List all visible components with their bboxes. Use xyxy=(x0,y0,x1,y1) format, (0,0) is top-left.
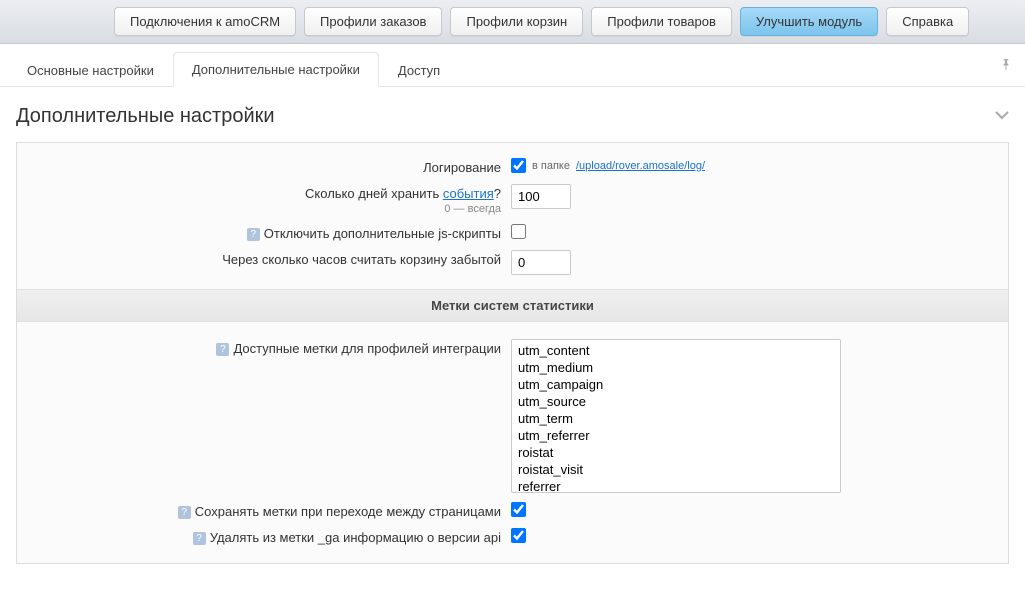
label-logging: Логирование xyxy=(17,157,511,175)
checkbox-logging[interactable] xyxy=(511,158,526,173)
collapse-icon[interactable] xyxy=(995,109,1009,124)
help-icon[interactable]: ? xyxy=(216,343,229,356)
product-profiles-button[interactable]: Профили товаров xyxy=(591,7,732,36)
section-stats-tags: Метки систем статистики xyxy=(17,289,1008,322)
row-tags: ? Доступные метки для профилей интеграции… xyxy=(17,334,1008,497)
tabs-row: Основные настройки Дополнительные настро… xyxy=(0,44,1025,87)
row-disable-js: ? Отключить дополнительные js-скрипты xyxy=(17,219,1008,245)
tag-option[interactable]: referrer xyxy=(514,478,838,493)
page-title: Дополнительные настройки xyxy=(16,105,275,128)
improve-module-button[interactable]: Улучшить модуль xyxy=(740,7,878,36)
tag-option[interactable]: utm_campaign xyxy=(514,376,838,393)
label-events-days: Сколько дней хранить события? xyxy=(305,186,501,201)
row-remove-ga: ? Удалять из метки _ga информацию о верси… xyxy=(17,523,1008,549)
checkbox-save-tags[interactable] xyxy=(511,502,526,517)
tab-main-settings[interactable]: Основные настройки xyxy=(8,53,173,87)
tab-extra-settings[interactable]: Дополнительные настройки xyxy=(173,52,379,87)
label-cart-hours: Через сколько часов считать корзину забы… xyxy=(17,249,511,267)
select-tags[interactable]: utm_contentutm_mediumutm_campaignutm_sou… xyxy=(511,339,841,493)
help-icon[interactable]: ? xyxy=(193,532,206,545)
form-panel: Логирование в папке /upload/rover.amosal… xyxy=(16,142,1009,564)
logging-folder-prefix: в папке xyxy=(532,160,570,172)
tab-access[interactable]: Доступ xyxy=(379,53,459,87)
tag-option[interactable]: utm_content xyxy=(514,342,838,359)
tag-option[interactable]: roistat_visit xyxy=(514,461,838,478)
help-icon[interactable]: ? xyxy=(247,228,260,241)
row-save-tags: ? Сохранять метки при переходе между стра… xyxy=(17,497,1008,523)
checkbox-disable-js[interactable] xyxy=(511,224,526,239)
order-profiles-button[interactable]: Профили заказов xyxy=(304,7,442,36)
label-remove-ga: Удалять из метки _ga информацию о версии… xyxy=(210,530,501,545)
label-disable-js: Отключить дополнительные js-скрипты xyxy=(264,226,501,241)
tag-option[interactable]: roistat xyxy=(514,444,838,461)
events-label-prefix: Сколько дней хранить xyxy=(305,186,443,201)
tag-option[interactable]: utm_referrer xyxy=(514,427,838,444)
row-logging: Логирование в папке /upload/rover.amosal… xyxy=(17,143,1008,179)
label-tags: Доступные метки для профилей интеграции xyxy=(233,341,501,356)
events-link[interactable]: события xyxy=(443,186,494,201)
logging-path-link[interactable]: /upload/rover.amosale/log/ xyxy=(576,160,705,172)
top-toolbar: Подключения к amoCRM Профили заказов Про… xyxy=(0,0,1025,44)
connections-button[interactable]: Подключения к amoCRM xyxy=(114,7,296,36)
label-save-tags: Сохранять метки при переходе между стран… xyxy=(195,504,501,519)
help-icon[interactable]: ? xyxy=(178,506,191,519)
events-sub: 0 — всегда xyxy=(17,203,501,215)
pin-icon[interactable] xyxy=(999,58,1013,77)
cart-profiles-button[interactable]: Профили корзин xyxy=(450,7,583,36)
tag-option[interactable]: utm_term xyxy=(514,410,838,427)
heading-row: Дополнительные настройки xyxy=(0,87,1025,142)
input-events-days[interactable] xyxy=(511,184,571,209)
row-cart-hours: Через сколько часов считать корзину забы… xyxy=(17,245,1008,279)
tag-option[interactable]: utm_medium xyxy=(514,359,838,376)
checkbox-remove-ga[interactable] xyxy=(511,528,526,543)
tag-option[interactable]: utm_source xyxy=(514,393,838,410)
help-button[interactable]: Справка xyxy=(886,7,969,36)
events-label-suffix: ? xyxy=(494,186,501,201)
row-events-days: Сколько дней хранить события? 0 — всегда xyxy=(17,179,1008,219)
input-cart-hours[interactable] xyxy=(511,250,571,275)
